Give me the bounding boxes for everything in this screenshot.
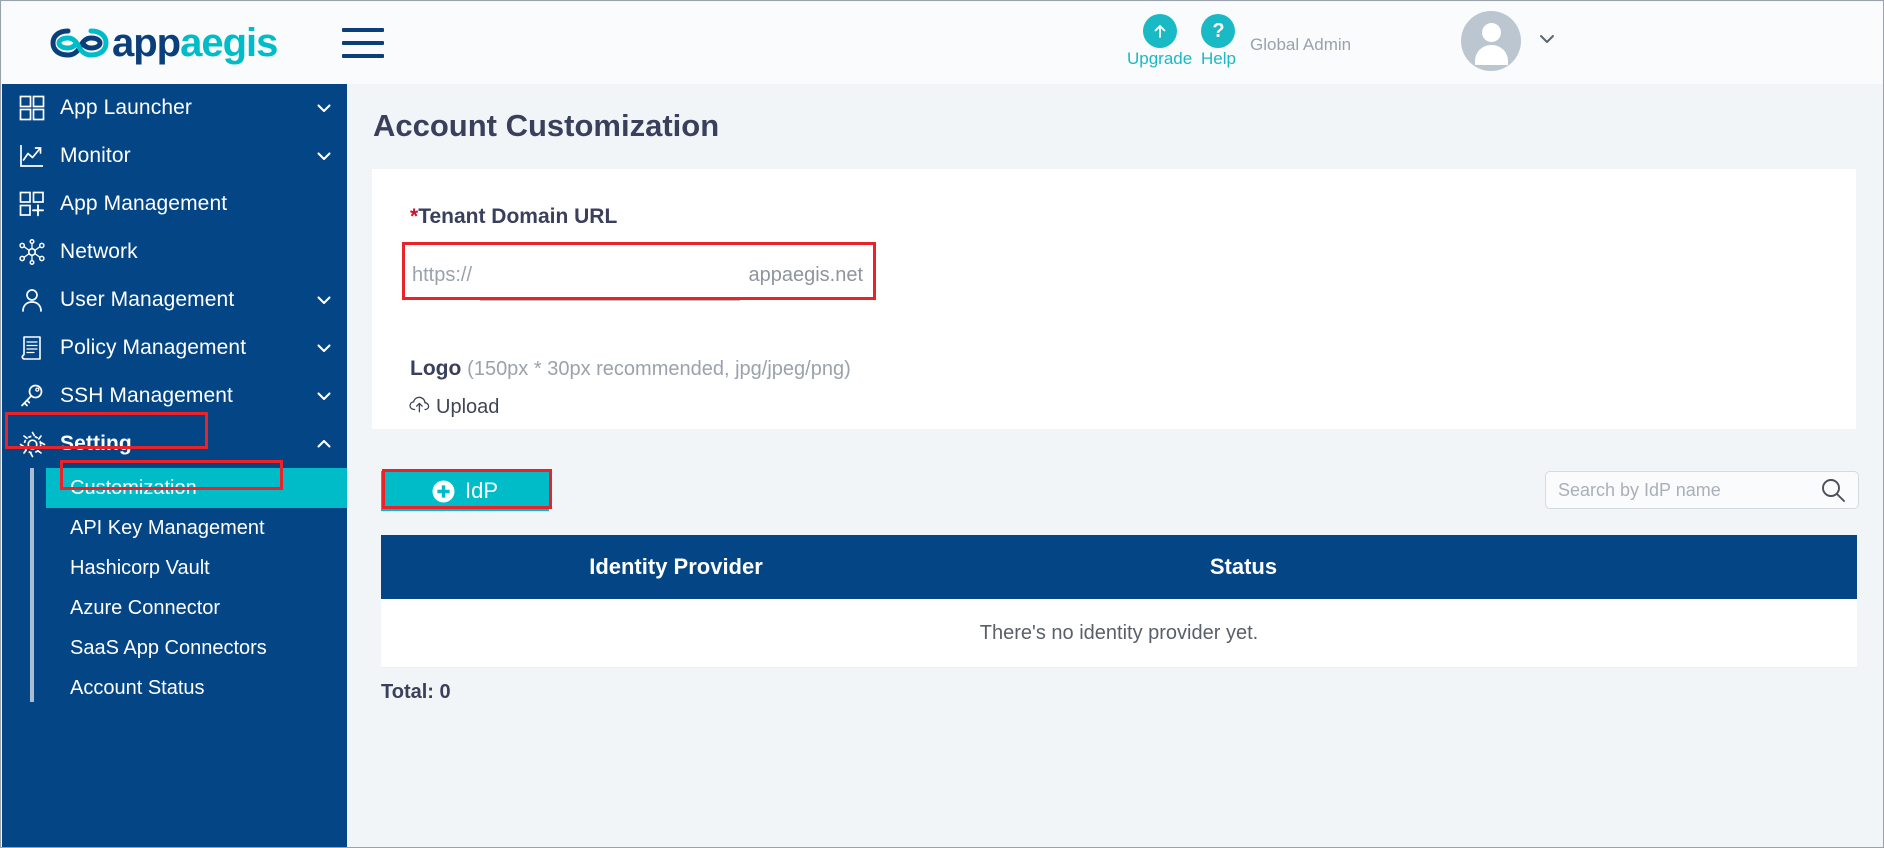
avatar-head <box>1481 23 1501 42</box>
page-title: Account Customization <box>373 108 720 143</box>
sidebar-subitem-azure-connector[interactable]: Azure Connector <box>2 588 347 628</box>
sidebar-item-network[interactable]: Network <box>2 228 347 276</box>
plus-circle-icon <box>432 480 455 503</box>
search-icon[interactable] <box>1820 477 1846 503</box>
up-arrow-icon <box>1142 14 1177 48</box>
top-header: appaegis Upgrade ? Help Global Admin <box>2 2 1883 84</box>
avatar-body <box>1474 45 1508 65</box>
tenant-domain-label: *Tenant Domain URL <box>410 205 617 229</box>
user-icon <box>12 286 52 314</box>
hamburger-bar <box>342 54 384 58</box>
sidebar-subitem-label: Azure Connector <box>70 596 221 619</box>
customization-card: *Tenant Domain URL https:// appaegis.net… <box>372 169 1856 429</box>
submenu-rail <box>30 468 34 702</box>
upgrade-label: Upgrade <box>1127 49 1193 68</box>
total-count-label: Total: 0 <box>381 681 451 703</box>
brand-name-accent: aegis <box>180 21 278 65</box>
sidebar-subitem-saas-app-connectors[interactable]: SaaS App Connectors <box>2 628 347 668</box>
sidebar-item-label: App Management <box>60 192 228 215</box>
sidebar-item-monitor[interactable]: Monitor <box>2 132 347 180</box>
brand-name: appaegis <box>112 21 278 65</box>
chevron-up-icon[interactable] <box>315 435 333 453</box>
search-input[interactable] <box>1546 479 1820 501</box>
cloud-upload-icon <box>409 395 430 419</box>
sidebar-subitem-label: API Key Management <box>70 516 265 539</box>
sidebar-subitem-customization[interactable]: Customization <box>46 468 347 508</box>
upgrade-button[interactable]: Upgrade <box>1127 14 1192 69</box>
table-header-row: Identity Provider Status <box>381 535 1857 599</box>
grid-icon <box>12 94 52 122</box>
chevron-down-icon[interactable] <box>315 291 333 309</box>
chevron-down-icon[interactable] <box>315 339 333 357</box>
add-idp-label: IdP <box>464 478 499 503</box>
question-mark-icon: ? <box>1201 14 1236 48</box>
required-asterisk: * <box>410 205 419 228</box>
logo-hint: (150px * 30px recommended, jpg/jpeg/png) <box>467 358 851 380</box>
url-suffix-label: appaegis.net <box>748 263 863 286</box>
key-icon <box>12 382 52 410</box>
sidebar-item-label: App Launcher <box>60 96 192 119</box>
avatar[interactable] <box>1461 11 1521 71</box>
sidebar-subitem-account-status[interactable]: Account Status <box>2 668 347 708</box>
sidebar-item-label: Network <box>60 240 138 263</box>
empty-state-message: There's no identity provider yet. <box>979 621 1259 644</box>
sidebar-subitem-api-key-management[interactable]: API Key Management <box>2 508 347 548</box>
document-icon <box>12 334 52 362</box>
sidebar-item-app-management[interactable]: App Management <box>2 180 347 228</box>
hamburger-bar <box>342 28 384 32</box>
upload-logo-button[interactable]: Upload <box>409 395 499 419</box>
sidebar-item-user-management[interactable]: User Management <box>2 276 347 324</box>
brand-name-primary: app <box>112 21 181 65</box>
chart-line-icon <box>12 142 52 170</box>
tenant-domain-label-text: Tenant Domain URL <box>418 205 618 228</box>
sidebar-subitem-label: Account Status <box>70 676 205 699</box>
sidebar-item-setting[interactable]: Setting <box>2 420 347 468</box>
help-label: Help <box>1201 49 1236 68</box>
sidebar-nav: App Launcher Monitor App Management Netw… <box>2 84 347 847</box>
chevron-down-icon[interactable] <box>315 387 333 405</box>
add-idp-button[interactable]: IdP <box>381 471 549 511</box>
network-nodes-icon <box>12 238 52 266</box>
infinity-logo-icon <box>50 28 109 58</box>
sidebar-item-label: Policy Management <box>60 336 247 359</box>
app-window: appaegis Upgrade ? Help Global Admin App… <box>0 0 1884 848</box>
gear-icon <box>12 430 52 458</box>
logo-section-label: Logo (150px * 30px recommended, jpg/jpeg… <box>410 357 851 381</box>
sidebar-item-label: SSH Management <box>60 384 233 407</box>
tenant-domain-field-group: https:// appaegis.net <box>403 243 873 307</box>
sidebar-item-app-launcher[interactable]: App Launcher <box>2 84 347 132</box>
sidebar-submenu-setting: Customization API Key Management Hashico… <box>2 468 347 708</box>
main-content: Account Customization *Tenant Domain URL… <box>347 84 1883 847</box>
sidebar-subitem-hashicorp-vault[interactable]: Hashicorp Vault <box>2 548 347 588</box>
sidebar-item-label: Monitor <box>60 144 131 167</box>
table-empty-row: There's no identity provider yet. <box>381 599 1857 668</box>
chevron-down-icon[interactable] <box>315 147 333 165</box>
tenant-domain-input[interactable] <box>480 261 741 301</box>
column-header-status: Status <box>1209 554 1278 579</box>
user-menu-chevron-down-icon[interactable] <box>1536 28 1558 50</box>
grid-plus-icon <box>12 190 52 218</box>
user-role-label: Global Admin <box>1250 35 1352 54</box>
hamburger-bar <box>342 41 384 45</box>
sidebar-item-ssh-management[interactable]: SSH Management <box>2 372 347 420</box>
sidebar-subitem-label: SaaS App Connectors <box>70 636 267 659</box>
sidebar-item-label: Setting <box>60 432 132 455</box>
chevron-down-icon[interactable] <box>315 99 333 117</box>
upload-label: Upload <box>436 395 500 418</box>
url-prefix-label: https:// <box>412 263 473 286</box>
sidebar-subitem-label: Customization <box>70 476 197 499</box>
sidebar-item-policy-management[interactable]: Policy Management <box>2 324 347 372</box>
hamburger-menu-button[interactable] <box>342 28 384 58</box>
help-button[interactable]: ? Help <box>1201 14 1236 69</box>
brand-logo[interactable]: appaegis <box>50 18 278 68</box>
sidebar-item-label: User Management <box>60 288 235 311</box>
idp-table: Identity Provider Status There's no iden… <box>381 535 1857 668</box>
sidebar-subitem-label: Hashicorp Vault <box>70 556 210 579</box>
logo-title: Logo <box>410 357 462 380</box>
column-header-identity-provider: Identity Provider <box>589 554 763 579</box>
idp-search-box <box>1545 471 1859 509</box>
